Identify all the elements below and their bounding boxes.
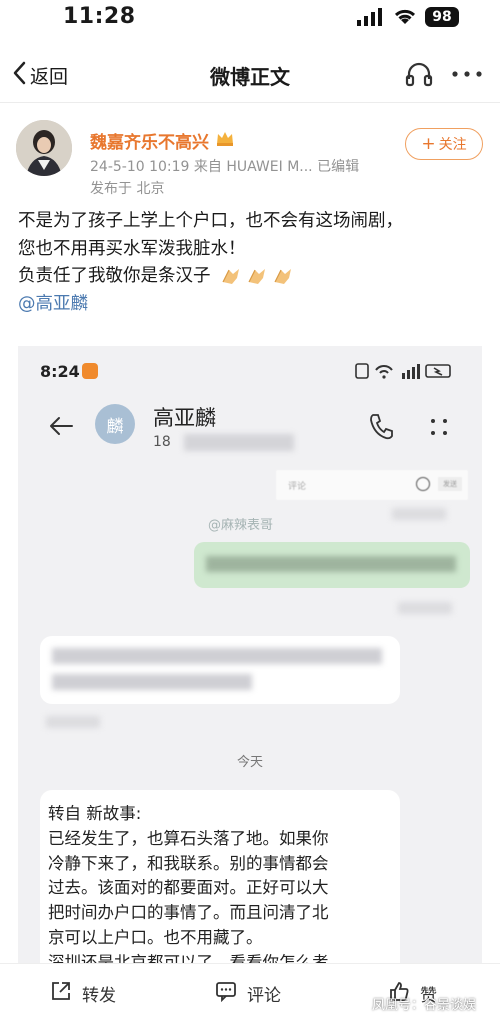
comment-button[interactable]: 评论 [215, 980, 281, 1007]
image-status-icons [354, 362, 454, 384]
emoji-group [220, 266, 294, 286]
phone-call-icon [368, 412, 394, 444]
clap-emoji-icon [274, 269, 292, 284]
contact-name: 高亚麟 [153, 406, 216, 430]
author-avatar[interactable] [16, 120, 72, 176]
message-line: 把时间办户口的事情了。而且问清了北 [48, 903, 329, 923]
follow-button[interactable]: + 关注 [405, 128, 483, 160]
post-image[interactable]: 8:24 麟 高亚麟 18 评论 发送 @麻辣表哥 今天 转自 新故事: 已经发… [18, 346, 482, 966]
redacted-timestamp [46, 716, 100, 728]
send-label: 发送 [438, 477, 462, 491]
message-line: 已经发生了，也算石头落了地。如果你 [48, 828, 329, 848]
comment-icon [215, 980, 237, 1007]
mention-link[interactable]: @高亚麟 [18, 291, 488, 319]
post-line: 不是为了孩子上学上个户口，也不会有这场闹剧， [18, 211, 403, 231]
status-bar: 11:28 98 [0, 0, 500, 34]
post-line: 负责任了我敬你是条汉子 [18, 263, 488, 291]
notification-icon [82, 363, 98, 379]
redacted-text [52, 674, 252, 690]
battery-indicator: 98 [425, 7, 459, 27]
redacted-timestamp [398, 602, 452, 614]
arrow-left-icon [48, 416, 74, 440]
message-line: 冷静下来了，和我联系。别的事情都会 [48, 853, 329, 873]
post-line: 您也不用再买水军泼我脏水！ [18, 238, 246, 259]
plus-icon: + [421, 134, 436, 154]
more-options-icon[interactable] [450, 61, 484, 91]
date-divider: 今天 [236, 755, 263, 770]
status-time: 11:28 [63, 4, 136, 29]
message-line: 京可以上户口。也不用藏了。 [48, 927, 263, 947]
redacted-timestamp [392, 508, 446, 520]
header-divider [0, 102, 500, 103]
message-line: 过去。该面对的都要面对。正好可以大 [48, 878, 329, 898]
author-name-text: 魏嘉齐乐不高兴 [90, 133, 209, 153]
follow-label: 关注 [438, 137, 467, 153]
comment-placeholder: 评论 [288, 482, 307, 492]
clap-emoji-icon [248, 269, 266, 284]
contact-phone: 18 [153, 434, 171, 450]
more-options-icon [428, 416, 450, 442]
repost-icon [50, 980, 72, 1007]
redacted-text [206, 556, 456, 572]
wifi-icon [392, 6, 418, 30]
message-line: 转自 新故事: [48, 804, 142, 823]
post-location: 发布于 北京 [90, 181, 165, 197]
smile-icon [416, 477, 430, 491]
crown-badge-icon [215, 129, 235, 152]
post-meta: 24-5-10 10:19 来自 HUAWEI M... 已编辑 [90, 159, 360, 175]
image-status-time: 8:24 [40, 362, 80, 381]
cellular-signal-icon [357, 8, 385, 30]
clap-emoji-icon [222, 269, 240, 284]
post-line-text: 负责任了我敬你是条汉子 [18, 266, 211, 286]
nav-bar: 返回 微博正文 [0, 48, 500, 100]
footer-watermark: 凤凰号：谷景谈娱 [372, 998, 477, 1013]
headphones-icon[interactable] [405, 61, 433, 91]
message-text: 转自 新故事: 已经发生了，也算石头落了地。如果你 冷静下来了，和我联系。别的事… [48, 802, 393, 966]
image-watermark: @麻辣表哥 [208, 518, 274, 533]
redacted-phone [184, 434, 294, 451]
post-body: 不是为了孩子上学上个户口，也不会有这场闹剧， 您也不用再买水军泼我脏水！ 负责任… [18, 208, 488, 318]
repost-button[interactable]: 转发 [50, 980, 116, 1007]
repost-label: 转发 [82, 986, 116, 1006]
author-name[interactable]: 魏嘉齐乐不高兴 [90, 128, 235, 153]
comment-label: 评论 [247, 986, 281, 1006]
contact-avatar: 麟 [95, 404, 135, 444]
received-message-bubble [40, 636, 400, 704]
redacted-text [52, 648, 382, 664]
comment-overlay: 评论 发送 [276, 470, 468, 500]
